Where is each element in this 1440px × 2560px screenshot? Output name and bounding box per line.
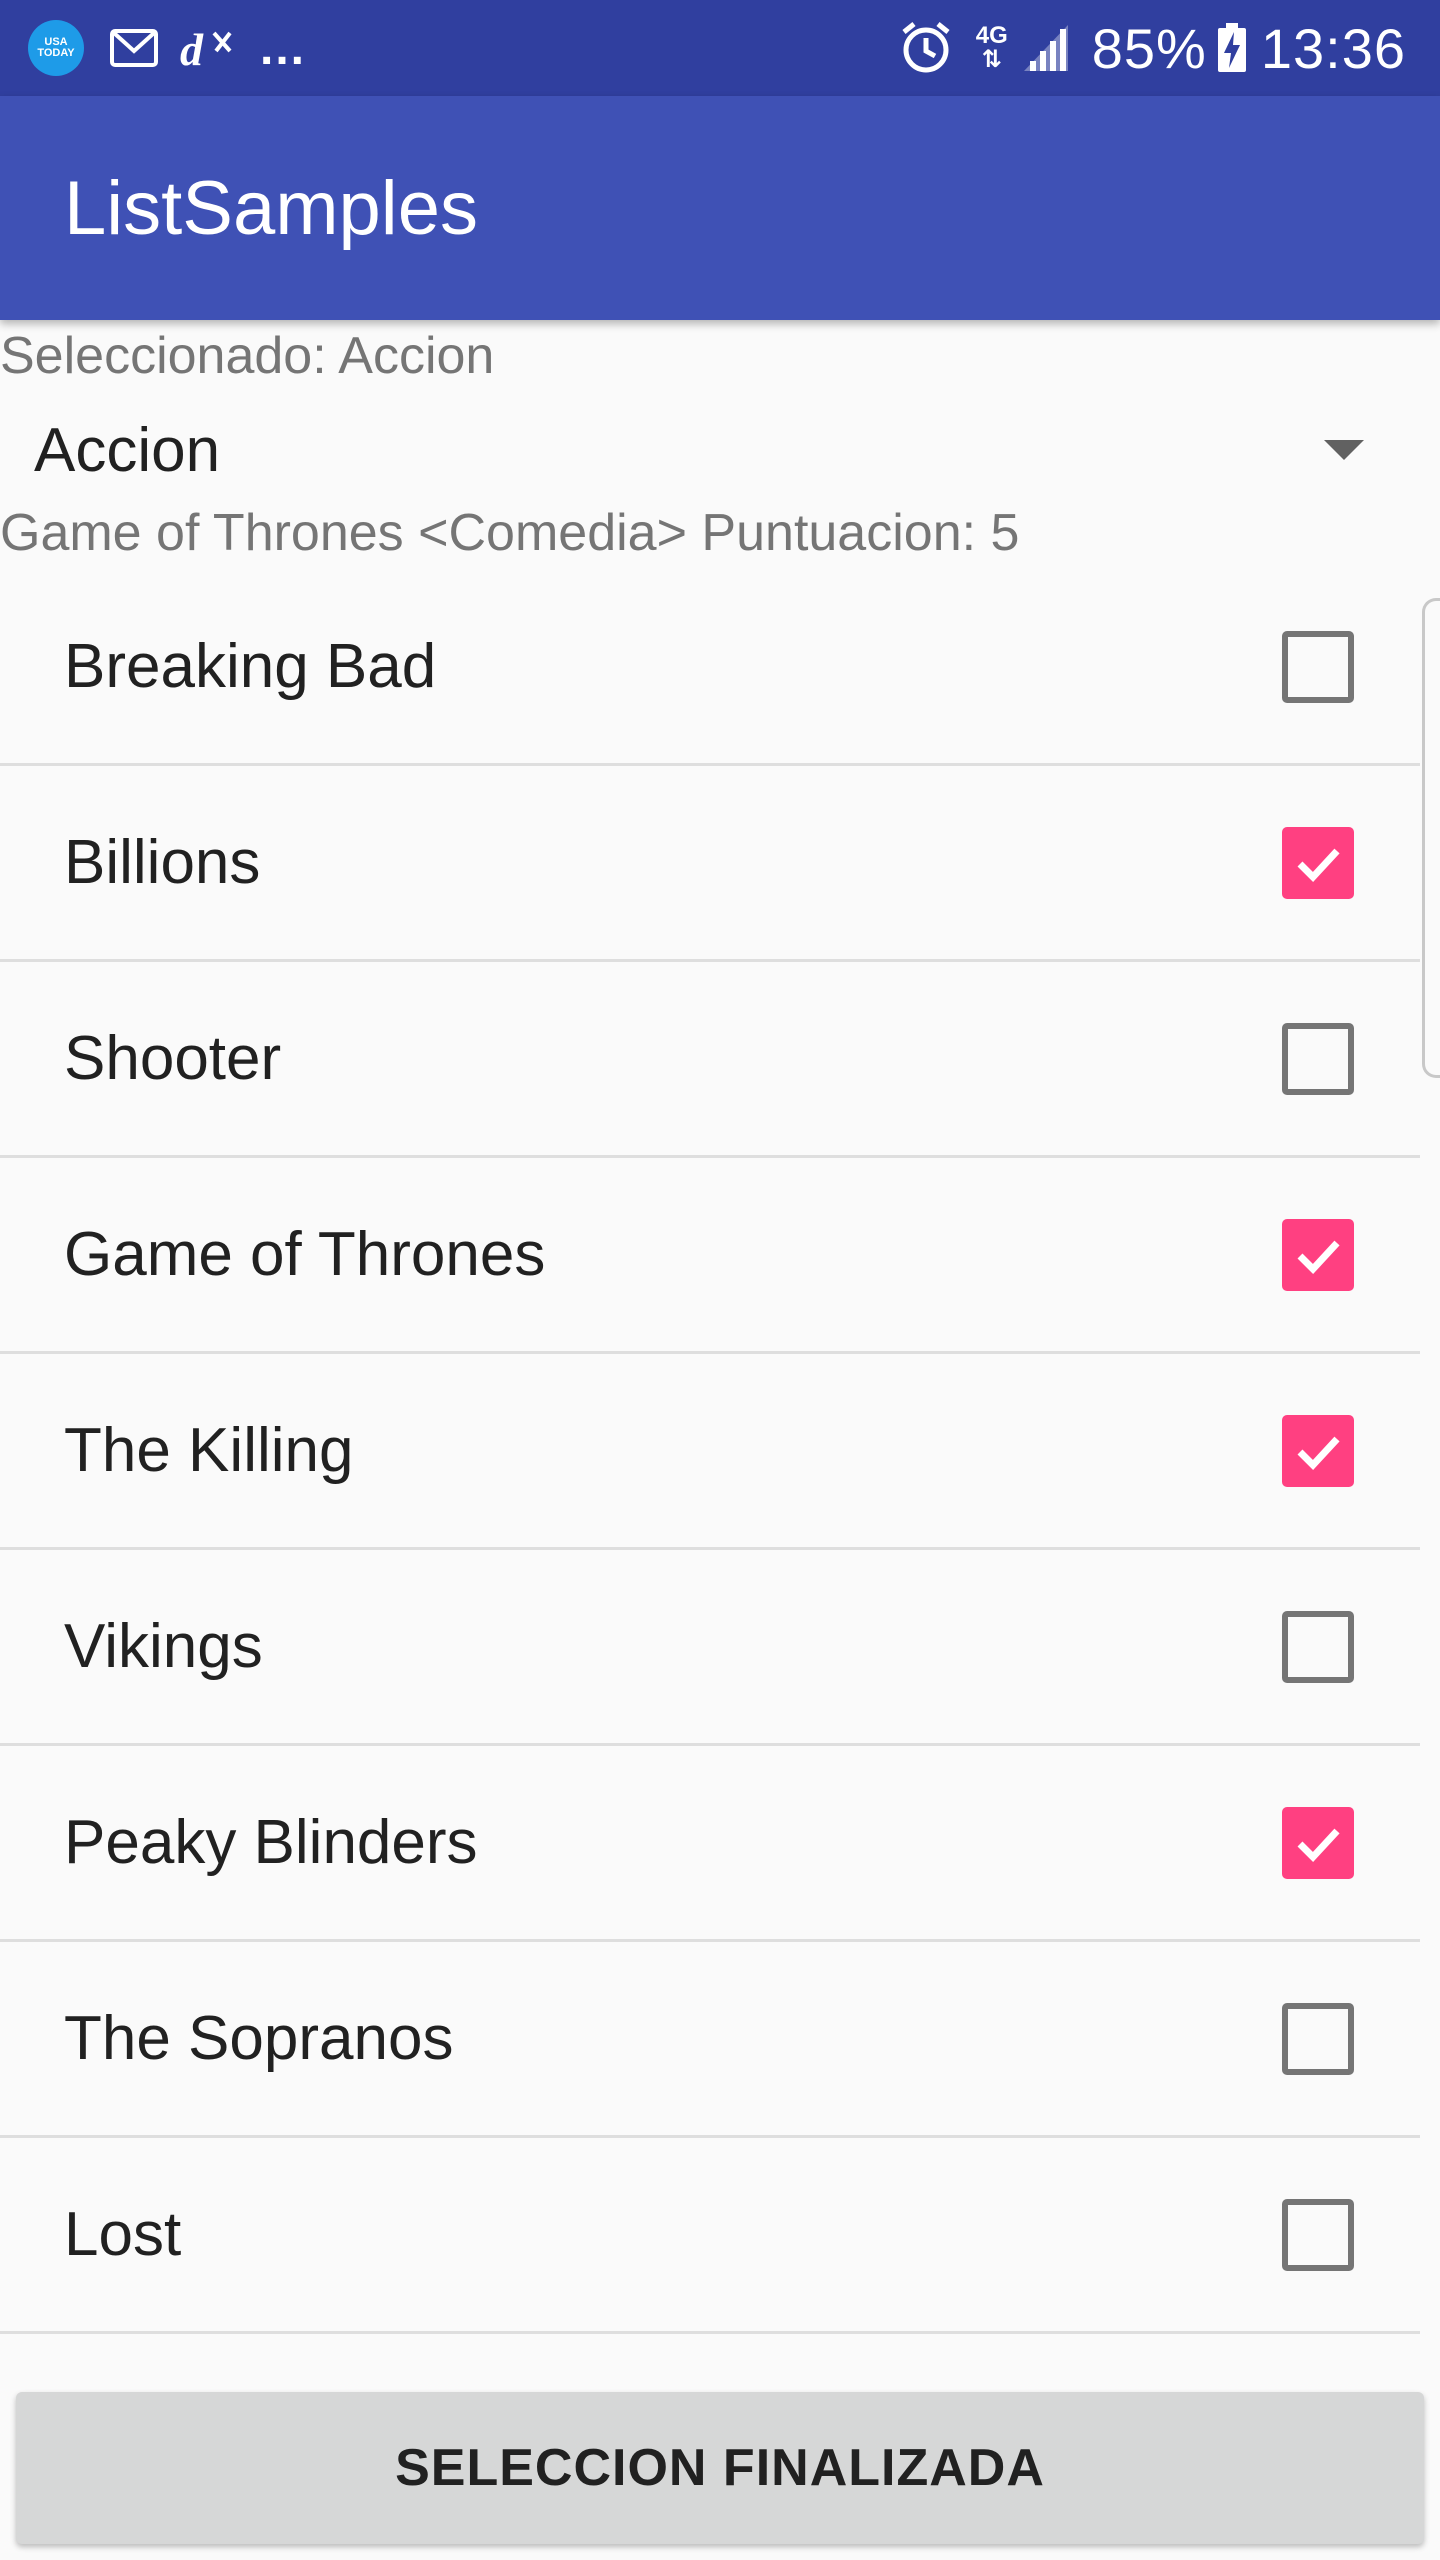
app-bar: ListSamples	[0, 96, 1440, 320]
series-list: Breaking Bad Billions Shooter Game of Th…	[0, 570, 1420, 2334]
list-item[interactable]: Lost	[0, 2138, 1420, 2334]
battery-percentage: 85%	[1091, 16, 1207, 80]
gmail-icon	[110, 29, 158, 67]
spinner-selected-value: Accion	[34, 415, 221, 485]
list-item-label: Game of Thrones	[64, 1220, 546, 1289]
signal-icon	[1022, 23, 1070, 73]
checkbox[interactable]	[1282, 1610, 1354, 1683]
list-item-label: Vikings	[64, 1612, 263, 1681]
list-item[interactable]: Billions	[0, 766, 1420, 962]
checkbox[interactable]	[1282, 826, 1354, 899]
checkmark-icon	[1297, 1240, 1340, 1274]
dropdown-arrow-icon	[1324, 440, 1364, 460]
list-item-label: Shooter	[64, 1024, 282, 1093]
selection-finished-button[interactable]: SELECCION FINALIZADA	[16, 2392, 1424, 2544]
list-item-label: Peaky Blinders	[64, 1808, 478, 1877]
list-item[interactable]: Vikings	[0, 1550, 1420, 1746]
status-bar: USA TODAY d ... 4G ⇅ 85% 13:36	[0, 0, 1440, 96]
list-item-label: The Killing	[64, 1416, 354, 1485]
list-item-label: The Sopranos	[64, 2004, 454, 2073]
checkbox[interactable]	[1282, 1022, 1354, 1095]
list-item[interactable]: Game of Thrones	[0, 1158, 1420, 1354]
battery-charging-icon	[1217, 23, 1247, 73]
app-title: ListSamples	[64, 165, 478, 251]
notification-area: USA TODAY d ...	[28, 20, 306, 76]
list-item-label: Lost	[64, 2200, 182, 2269]
list-item[interactable]: The Sopranos	[0, 1942, 1420, 2138]
checkbox[interactable]	[1282, 2198, 1354, 2271]
selected-category-label: Seleccionado: Accion	[0, 327, 495, 385]
checkmark-icon	[1297, 1436, 1340, 1470]
checkbox[interactable]	[1282, 2002, 1354, 2075]
more-notifications: ...	[260, 21, 307, 75]
list-item[interactable]: Breaking Bad	[0, 570, 1420, 766]
checkbox[interactable]	[1282, 630, 1354, 703]
checkmark-icon	[1297, 1828, 1340, 1862]
checkmark-icon	[1297, 848, 1340, 882]
checkbox[interactable]	[1282, 1806, 1354, 1879]
usa-today-icon: USA TODAY	[28, 20, 84, 76]
system-tray: 4G ⇅ 85% 13:36	[898, 16, 1406, 81]
list-item-label: Breaking Bad	[64, 632, 437, 701]
list-item[interactable]: The Killing	[0, 1354, 1420, 1550]
checkbox[interactable]	[1282, 1414, 1354, 1487]
usa-today-line2: TODAY	[37, 47, 75, 59]
category-spinner[interactable]: Accion	[0, 400, 1400, 500]
checkbox[interactable]	[1282, 1218, 1354, 1291]
alarm-icon	[898, 20, 954, 76]
clock: 13:36	[1260, 16, 1406, 80]
network-type-indicator: 4G ⇅	[976, 24, 1008, 72]
dazn-icon: d	[180, 25, 234, 71]
network-type-label: 4G	[975, 22, 1008, 49]
scrollbar[interactable]	[1422, 598, 1440, 1078]
list-item[interactable]: Peaky Blinders	[0, 1746, 1420, 1942]
selected-series-detail: Game of Thrones <Comedia> Puntuacion: 5	[0, 504, 1020, 562]
svg-text:d: d	[180, 25, 204, 71]
list-item[interactable]: Shooter	[0, 962, 1420, 1158]
data-arrows-icon: ⇅	[981, 46, 1002, 73]
list-item-label: Billions	[64, 828, 261, 897]
